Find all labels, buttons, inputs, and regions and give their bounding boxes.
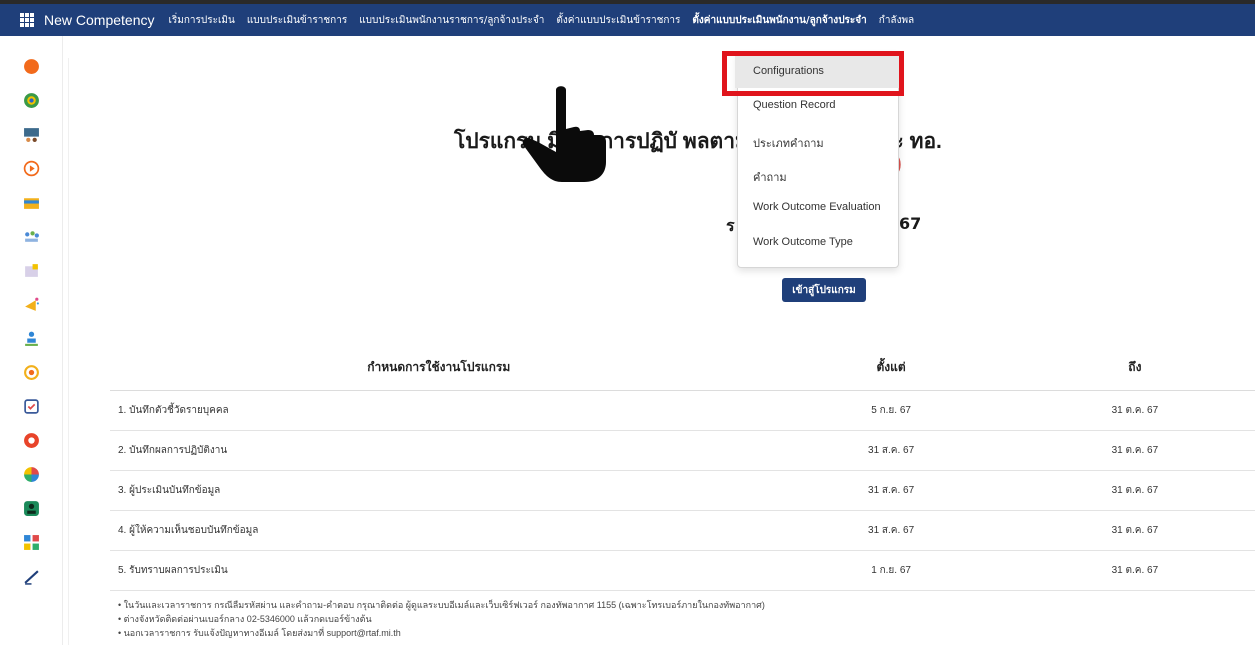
dashboard-icon[interactable] bbox=[23, 534, 40, 551]
schedule-start: 5 ก.ย. 67 bbox=[767, 390, 1015, 431]
schedule-task: 5. รับทราบผลการประเมิน bbox=[110, 550, 768, 591]
menu-item-work-outcome-evaluation[interactable]: Work Outcome Evaluation bbox=[753, 201, 881, 213]
schedule-task: 4. ผู้ให้ความเห็นชอบบันทึกข้อมูล bbox=[110, 510, 768, 551]
schedule-start: 31 ส.ค. 67 bbox=[767, 430, 1015, 471]
table-row: 4. ผู้ให้ความเห็นชอบบันทึกข้อมูล 31 ส.ค.… bbox=[110, 510, 1255, 551]
contact-card-icon[interactable] bbox=[23, 500, 40, 517]
schedule-end: 31 ต.ค. 67 bbox=[1014, 470, 1255, 511]
office-icon[interactable] bbox=[23, 432, 40, 449]
column-header: ตั้งแต่ bbox=[767, 344, 1015, 391]
menu-item-questions[interactable]: คำถาม bbox=[753, 168, 787, 186]
schedule-task: 2. บันทึกผลการปฏิบัติงาน bbox=[110, 430, 768, 471]
table-header-row: กำหนดการใช้งานโปรแกรม ตั้งแต่ ถึง bbox=[110, 344, 1255, 391]
note-item: ในวันและเวลาราชการ กรณีลืมรหัสผ่าน และคำ… bbox=[118, 598, 765, 612]
nav-start-evaluation[interactable]: เริ่มการประเมิน bbox=[169, 13, 235, 28]
megaphone-icon[interactable] bbox=[23, 296, 40, 313]
round-label-fragment: ร bbox=[726, 216, 735, 235]
nav-manpower[interactable]: กำลังพล bbox=[879, 13, 914, 28]
support-icon[interactable] bbox=[23, 364, 40, 381]
chrome-like-icon[interactable] bbox=[23, 92, 40, 109]
apps-grid-icon[interactable] bbox=[20, 13, 34, 27]
org-chart-icon[interactable] bbox=[23, 330, 40, 347]
note-item: นอกเวลาราชการ รับแจ้งปัญหาทางอีเมล์ โดยส… bbox=[118, 626, 765, 640]
schedule-task: 3. ผู้ประเมินบันทึกข้อมูล bbox=[110, 470, 768, 511]
pen-icon[interactable] bbox=[23, 568, 40, 585]
highlight-annotation-box bbox=[722, 51, 904, 96]
app-brand[interactable]: New Competency bbox=[44, 12, 155, 28]
enter-program-button[interactable]: เข้าสู่โปรแกรม bbox=[782, 278, 866, 302]
schedule-task: 1. บันทึกตัวชี้วัดรายบุคคล bbox=[110, 390, 768, 431]
pie-chart-icon[interactable] bbox=[23, 466, 40, 483]
nav-employee-settings[interactable]: ตั้งค่าแบบประเมินพนักงาน/ลูกจ้างประจำ bbox=[692, 13, 866, 28]
nav-civil-servant-settings[interactable]: ตั้งค่าแบบประเมินข้าราชการ bbox=[556, 13, 680, 28]
presentation-icon[interactable] bbox=[23, 126, 40, 143]
menu-item-question-type[interactable]: ประเภทคำถาม bbox=[753, 134, 824, 152]
play-circle-icon[interactable] bbox=[23, 160, 40, 177]
schedule-table: กำหนดการใช้งานโปรแกรม ตั้งแต่ ถึง 1. บัน… bbox=[110, 344, 1255, 591]
contact-notes: ในวันและเวลาราชการ กรณีลืมรหัสผ่าน และคำ… bbox=[118, 598, 765, 640]
schedule-start: 1 ก.ย. 67 bbox=[767, 550, 1015, 591]
schedule-end: 31 ต.ค. 67 bbox=[1014, 430, 1255, 471]
nav-employee-form[interactable]: แบบประเมินพนักงานราชการ/ลูกจ้างประจำ bbox=[359, 13, 544, 28]
round-year-fragment: 67 bbox=[899, 214, 922, 233]
calendar-check-icon[interactable] bbox=[23, 398, 40, 415]
menu-item-work-outcome-type[interactable]: Work Outcome Type bbox=[753, 236, 853, 248]
table-row: 5. รับทราบผลการประเมิน 1 ก.ย. 67 31 ต.ค.… bbox=[110, 550, 1255, 591]
top-navbar: New Competency เริ่มการประเมิน แบบประเมิ… bbox=[0, 0, 1255, 36]
chat-bubble-icon[interactable] bbox=[23, 58, 40, 75]
people-icon[interactable] bbox=[23, 228, 40, 245]
schedule-start: 31 ส.ค. 67 bbox=[767, 470, 1015, 511]
note-item: ต่างจังหวัดติดต่อผ่านเบอร์กลาง 02-534600… bbox=[118, 612, 765, 626]
nav-civil-servant-form[interactable]: แบบประเมินข้าราชการ bbox=[247, 13, 347, 28]
column-header: ถึง bbox=[1014, 344, 1255, 391]
app-launcher-sidebar bbox=[0, 36, 63, 645]
table-row: 2. บันทึกผลการปฏิบัติงาน 31 ส.ค. 67 31 ต… bbox=[110, 430, 1255, 471]
folder-icon[interactable] bbox=[23, 194, 40, 211]
document-icon[interactable] bbox=[23, 262, 40, 279]
schedule-end: 31 ต.ค. 67 bbox=[1014, 510, 1255, 551]
schedule-start: 31 ส.ค. 67 bbox=[767, 510, 1015, 551]
table-row: 3. ผู้ประเมินบันทึกข้อมูล 31 ส.ค. 67 31 … bbox=[110, 470, 1255, 511]
menu-item-question-record[interactable]: Question Record bbox=[753, 99, 836, 111]
column-header: กำหนดการใช้งานโปรแกรม bbox=[110, 344, 768, 391]
table-row: 1. บันทึกตัวชี้วัดรายบุคคล 5 ก.ย. 67 31 … bbox=[110, 390, 1255, 431]
schedule-end: 31 ต.ค. 67 bbox=[1014, 390, 1255, 431]
schedule-end: 31 ต.ค. 67 bbox=[1014, 550, 1255, 591]
hand-pointer-icon bbox=[522, 86, 606, 182]
